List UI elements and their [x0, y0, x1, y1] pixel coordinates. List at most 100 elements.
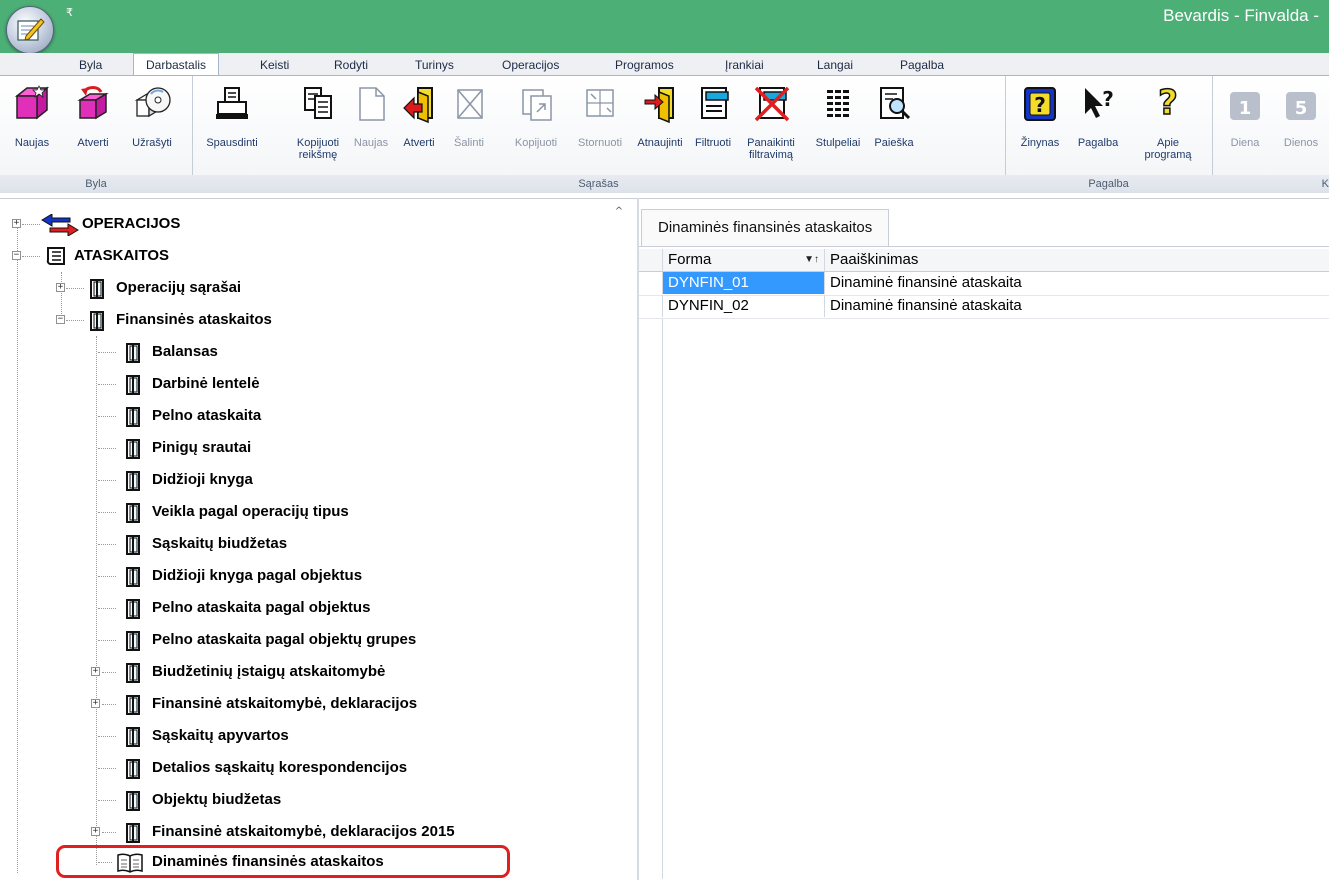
book-icon [126, 727, 140, 747]
day-button[interactable]: 1 Diena [1218, 76, 1272, 174]
book-icon [126, 407, 140, 427]
tree-line [98, 608, 116, 609]
collapse-icon[interactable]: − [12, 251, 21, 260]
storno-button[interactable]: Stornuoti [572, 76, 628, 174]
tree-node-saskaitu-apyvartos[interactable]: Sąskaitų apyvartos [96, 723, 616, 749]
ribbon-tab-bar: Byla Darbastalis Keisti Rodyti Turinys O… [0, 53, 1329, 76]
book-icon [126, 535, 140, 555]
tree-node-label: Biudžetinių įstaigų atskaitomybė [152, 663, 386, 680]
expand-icon[interactable]: + [91, 667, 100, 676]
print-icon [216, 87, 248, 119]
tree-node-label: Finansinės ataskaitos [116, 311, 272, 328]
tree-node-didzioji-knyga[interactable]: Didžioji knyga [96, 467, 616, 493]
delete-button[interactable]: Šalinti [444, 76, 494, 174]
column-header-forma[interactable]: Forma ▼↑ [663, 249, 825, 271]
tree-node-label: ATASKAITOS [74, 247, 170, 264]
tree-node-finansines-ataskaitos[interactable]: − Finansinės ataskaitos [56, 307, 616, 333]
expand-icon[interactable]: + [12, 219, 21, 228]
print-button-label: Spausdinti [206, 137, 258, 149]
cell-forma[interactable]: DYNFIN_01 [663, 272, 825, 294]
quick-access-dropdown-icon[interactable]: ₹ [66, 6, 73, 19]
tree-node-ataskaitos[interactable]: − ATASKAITOS [12, 243, 612, 269]
tree-node-finansine-atskaitomybe-deklaracijos-2015[interactable]: + Finansinė atskaitomybė, deklaracijos 2… [91, 819, 616, 845]
new-document-icon [14, 85, 50, 120]
tab-byla[interactable]: Byla [79, 56, 102, 75]
open-record-button[interactable]: Atverti [394, 76, 444, 174]
tree-node-label: Veikla pagal operacijų tipus [152, 503, 349, 520]
tab-darbastalis[interactable]: Darbastalis [133, 53, 220, 76]
cell-paaiskinimas[interactable]: Dinaminė finansinė ataskaita [825, 272, 1329, 294]
tree-node-label: Pelno ataskaita pagal objektus [152, 599, 371, 616]
context-help-button[interactable]: ? Pagalba [1069, 76, 1127, 174]
column-header-paaiskinimas[interactable]: Paaiškinimas [825, 249, 1329, 271]
app-menu-button[interactable] [6, 6, 54, 54]
tree-node-label: Objektų biudžetas [152, 791, 282, 808]
title-bar: ₹ Bevardis - Finvalda - [0, 0, 1329, 54]
help-book-button[interactable]: ? Žinynas [1011, 76, 1069, 174]
table-row[interactable]: DYNFIN_01 Dinaminė finansinė ataskaita [639, 272, 1329, 296]
tree-node-didzioji-knyga-pagal-objektus[interactable]: Didžioji knyga pagal objektus [96, 563, 616, 589]
tab-turinys[interactable]: Turinys [415, 56, 454, 75]
save-icon [134, 87, 171, 118]
scroll-up-arrow-icon[interactable]: ^ [612, 205, 626, 219]
collapse-icon[interactable]: − [56, 315, 65, 324]
filter-button[interactable]: Filtruoti [688, 76, 738, 174]
refresh-button[interactable]: Atnaujinti [632, 76, 688, 174]
cell-forma[interactable]: DYNFIN_02 [663, 295, 825, 317]
tree-node-balansas[interactable]: Balansas [96, 339, 616, 365]
columns-button[interactable]: Stulpeliai [808, 76, 868, 174]
tab-irankiai[interactable]: Įrankiai [725, 56, 764, 75]
save-button[interactable]: Užrašyti [122, 76, 182, 174]
tree-node-pinigu-srautai[interactable]: Pinigų srautai [96, 435, 616, 461]
tree-node-finansine-atskaitomybe-deklaracijos[interactable]: + Finansinė atskaitomybė, deklaracijos [91, 691, 616, 717]
tree-node-operaciju-sarasai[interactable]: + Operacijų sąrašai [56, 275, 616, 301]
copy-value-button[interactable]: Kopijuoti reikšmę [288, 76, 348, 174]
copy-value-icon [304, 87, 332, 119]
search-button-label: Paieška [874, 137, 914, 149]
day-calendar-icon: 1 [1230, 92, 1260, 120]
book-icon [126, 439, 140, 459]
print-button[interactable]: Spausdinti [196, 76, 268, 174]
tab-programos[interactable]: Programos [615, 56, 674, 75]
tree-node-pelno-ataskaita-pagal-objektu-grupes[interactable]: Pelno ataskaita pagal objektų grupes [96, 627, 616, 653]
tab-rodyti[interactable]: Rodyti [334, 56, 368, 75]
tree-node-label: Operacijų sąrašai [116, 279, 242, 296]
open-record-icon [403, 87, 433, 124]
tree-node-darbine-lentele[interactable]: Darbinė lentelė [96, 371, 616, 397]
tree-node-pelno-ataskaita[interactable]: Pelno ataskaita [96, 403, 616, 429]
clear-filter-button[interactable]: Panaikinti filtravimą [738, 76, 804, 174]
tree-node-saskaitu-biudzetas[interactable]: Sąskaitų biudžetas [96, 531, 616, 557]
open-button[interactable]: Atverti [64, 76, 122, 174]
open-icon [77, 86, 109, 120]
tab-pagalba[interactable]: Pagalba [900, 56, 944, 75]
tree-node-operacijos[interactable]: + OPERACIJOS [12, 211, 612, 237]
tab-dinamines-finansines-ataskaitos[interactable]: Dinaminės finansinės ataskaitos [641, 209, 890, 246]
tree-node-biudzetiniu-istaigu-atskaitomybe[interactable]: + Biudžetinių įstaigų atskaitomybė [91, 659, 616, 685]
sort-icon[interactable]: ▼↑ [804, 249, 819, 271]
tab-operacijos[interactable]: Operacijos [502, 56, 559, 75]
table-row[interactable]: DYNFIN_02 Dinaminė finansinė ataskaita [639, 295, 1329, 319]
refresh-icon [644, 87, 674, 124]
svg-text:?: ? [1158, 84, 1178, 123]
tree-line [98, 544, 116, 545]
cell-paaiskinimas[interactable]: Dinaminė finansinė ataskaita [825, 295, 1329, 317]
copy-icon [522, 89, 552, 121]
expand-icon[interactable]: + [56, 283, 65, 292]
tree-node-detalios-saskaitu-korespondencijos[interactable]: Detalios sąskaitų korespondencijos [96, 755, 616, 781]
tree-node-pelno-ataskaita-pagal-objektus[interactable]: Pelno ataskaita pagal objektus [96, 595, 616, 621]
expand-icon[interactable]: + [91, 699, 100, 708]
tree-node-objektu-biudzetas[interactable]: Objektų biudžetas [96, 787, 616, 813]
about-button[interactable]: ? Apie programą [1135, 76, 1201, 174]
tree-node-veikla-pagal-operaciju-tipus[interactable]: Veikla pagal operacijų tipus [96, 499, 616, 525]
search-button[interactable]: Paieška [868, 76, 920, 174]
new-button[interactable]: Naujas [2, 76, 62, 174]
days-button[interactable]: 5 Dienos [1274, 76, 1328, 174]
tab-keisti[interactable]: Keisti [260, 56, 289, 75]
copy-button[interactable]: Kopijuoti [510, 76, 562, 174]
tab-langai[interactable]: Langai [817, 56, 853, 75]
ribbon-group-sarasas: Spausdinti Kopijuoti reikšmę Naujas Atve… [192, 76, 1006, 193]
tree-node-label: Pelno ataskaita pagal objektų grupes [152, 631, 417, 648]
expand-icon[interactable]: + [91, 827, 100, 836]
tree-node-label: Didžioji knyga [152, 471, 253, 488]
new-record-button[interactable]: Naujas [348, 76, 394, 174]
